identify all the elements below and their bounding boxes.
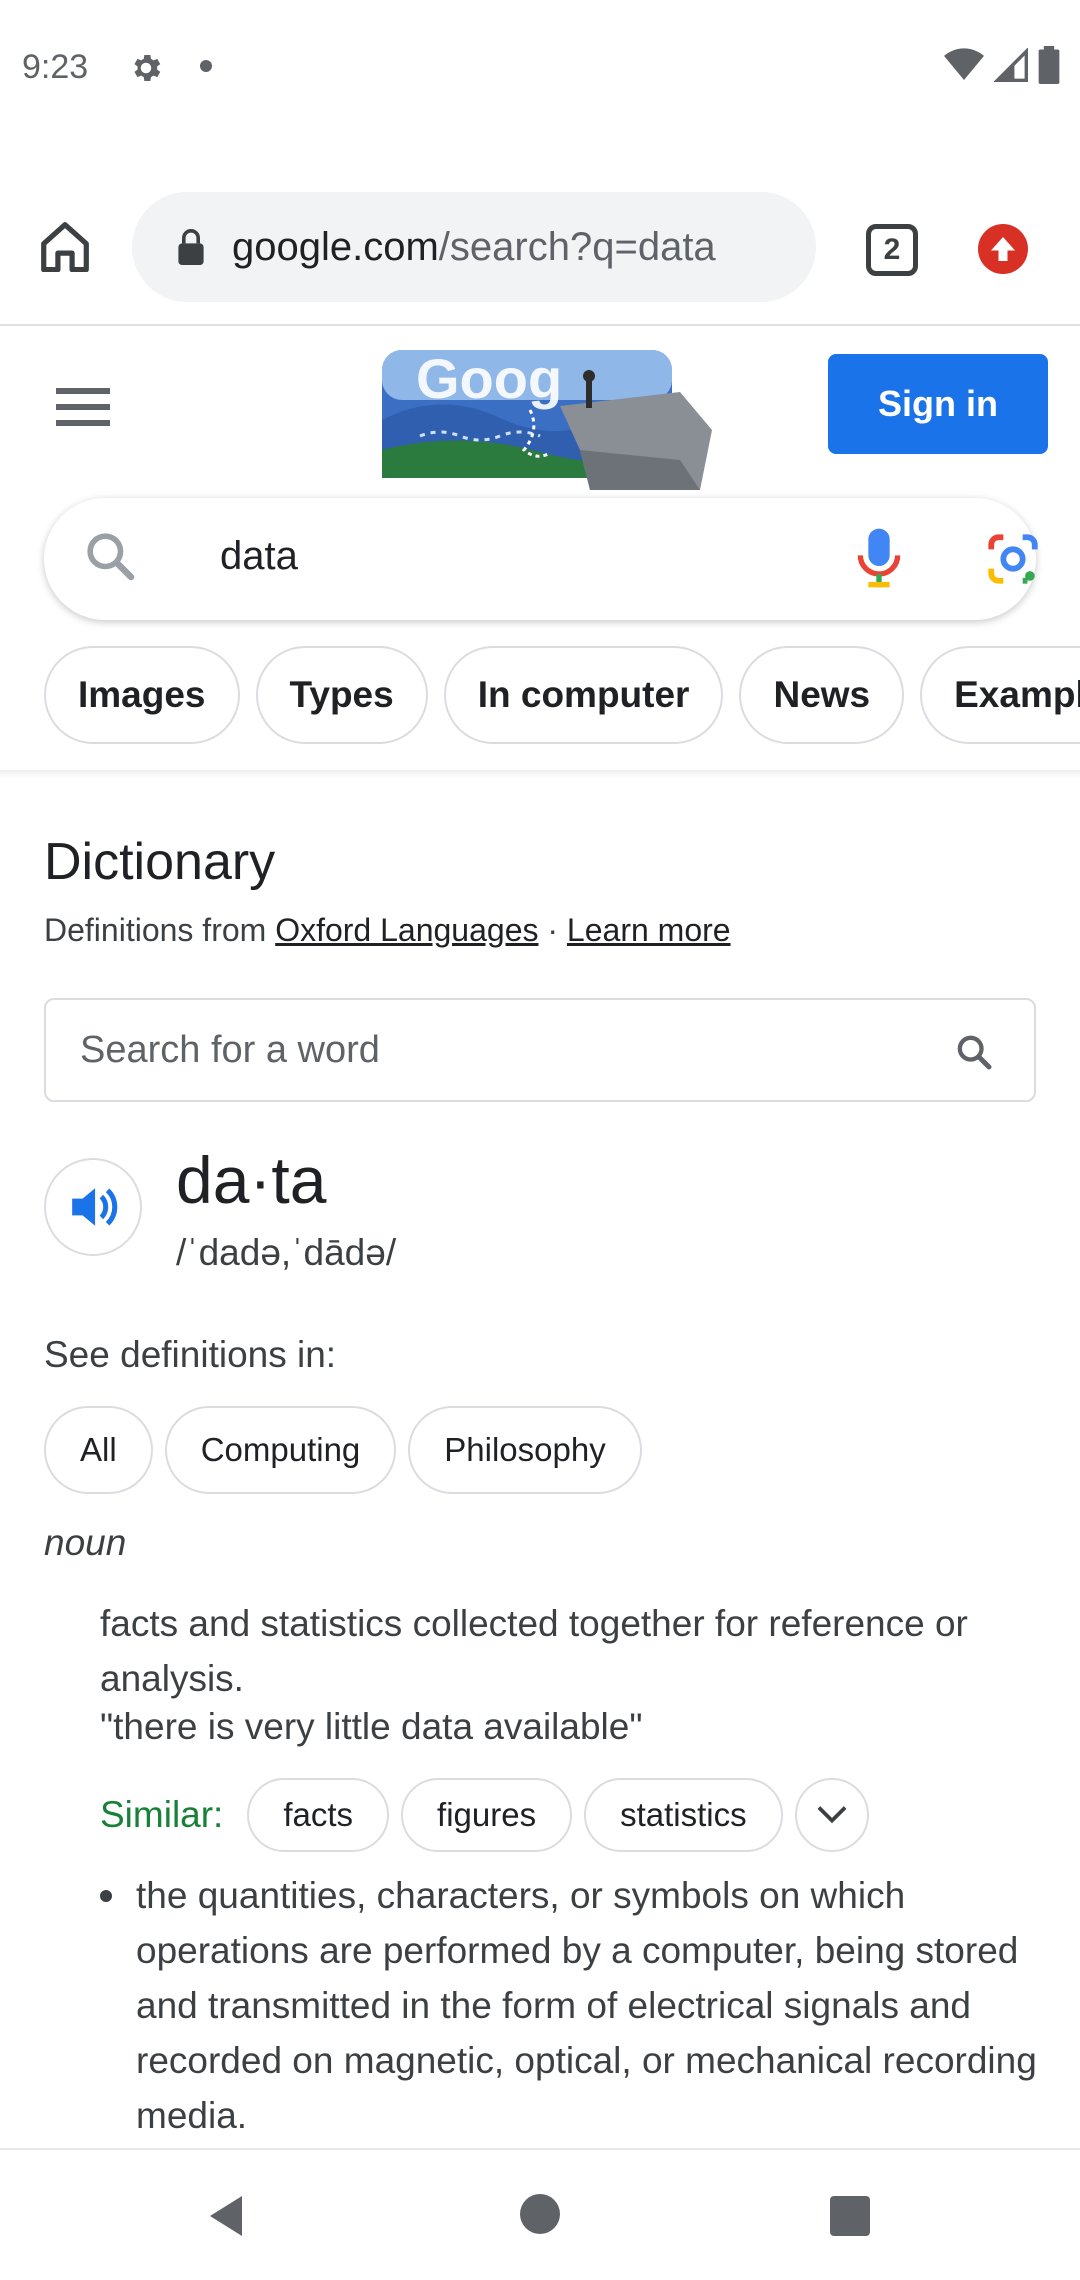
- search-query-text[interactable]: data: [220, 534, 298, 579]
- definition-1: facts and statistics collected together …: [100, 1603, 968, 1699]
- notification-dot-icon: [200, 60, 212, 72]
- definition-category-chips: All Computing Philosophy: [44, 1406, 642, 1494]
- url-path: /search?q=data: [438, 224, 716, 269]
- similar-words-row: Similar: facts figures statistics: [100, 1778, 869, 1852]
- similar-chip-facts[interactable]: facts: [247, 1778, 390, 1852]
- search-icon: [82, 528, 138, 589]
- nav-recents-button[interactable]: [830, 2196, 870, 2236]
- nav-back-button[interactable]: [206, 2194, 246, 2243]
- back-triangle-icon: [210, 2196, 242, 2236]
- def-chip-philosophy[interactable]: Philosophy: [408, 1406, 642, 1494]
- menu-button[interactable]: [56, 388, 110, 431]
- divider: [0, 770, 1080, 778]
- definition-2: the quantities, characters, or symbols o…: [136, 1875, 1037, 2136]
- source-separator: ·: [538, 912, 567, 948]
- chip-examples[interactable]: Examples: [920, 646, 1080, 744]
- system-navigation-bar: [0, 2148, 1080, 2280]
- chip-in-computer[interactable]: In computer: [443, 646, 724, 744]
- oxford-languages-link[interactable]: Oxford Languages: [275, 912, 538, 948]
- url-bar[interactable]: google.com/search?q=data: [132, 192, 816, 302]
- wifi-icon: [944, 48, 984, 80]
- tab-switcher-button[interactable]: 2: [866, 224, 918, 276]
- example-sentence: "there is very little data available": [100, 1706, 643, 1747]
- voice-search-mic-icon[interactable]: [856, 526, 902, 595]
- google-header: Goog Sign in: [0, 326, 1080, 496]
- arrow-up-icon: [991, 237, 1015, 261]
- source-prefix: Definitions from: [44, 912, 276, 948]
- headword: da·ta: [176, 1143, 327, 1217]
- battery-icon: [1038, 46, 1060, 84]
- status-time: 9:23: [22, 48, 89, 86]
- nav-home-button[interactable]: [520, 2194, 560, 2234]
- speaker-icon: [72, 1188, 118, 1226]
- chip-news[interactable]: News: [739, 646, 905, 744]
- part-of-speech: noun: [44, 1522, 127, 1563]
- search-box[interactable]: data: [44, 498, 1038, 620]
- learn-more-link[interactable]: Learn more: [567, 912, 731, 948]
- expand-similar-button[interactable]: [794, 1778, 869, 1852]
- def-chip-computing[interactable]: Computing: [164, 1406, 397, 1494]
- hamburger-menu-icon: [56, 388, 110, 426]
- similar-chip-figures[interactable]: figures: [401, 1778, 573, 1852]
- browser-toolbar: google.com/search?q=data 2: [0, 130, 1080, 326]
- word-search-icon[interactable]: [954, 1032, 994, 1077]
- dictionary-source: Definitions from Oxford Languages · Lear…: [44, 912, 731, 949]
- chevron-down-icon: [817, 1806, 847, 1824]
- chip-types[interactable]: Types: [255, 646, 428, 744]
- similar-chip-statistics[interactable]: statistics: [584, 1778, 783, 1852]
- google-lens-camera-icon[interactable]: [984, 530, 1042, 593]
- url-domain: google.com: [232, 224, 439, 269]
- word-search-box: [44, 998, 1036, 1102]
- similar-label: Similar:: [100, 1794, 224, 1835]
- home-icon: [41, 222, 89, 273]
- status-bar: 9:23: [0, 0, 1080, 130]
- pronunciation-audio-button[interactable]: [44, 1158, 142, 1256]
- def-chip-all[interactable]: All: [44, 1406, 153, 1494]
- doodle-logo-text: Goog: [416, 347, 562, 410]
- dictionary-title: Dictionary: [44, 833, 276, 891]
- update-button[interactable]: [978, 224, 1028, 274]
- home-button[interactable]: [36, 220, 94, 277]
- word-search-input[interactable]: [80, 1028, 900, 1072]
- url-text: google.com/search?q=data: [232, 225, 716, 270]
- cellular-signal-icon: [994, 48, 1028, 82]
- settings-gear-icon: [128, 50, 164, 91]
- search-filter-chips: Images Types In computer News Examples: [44, 646, 1080, 746]
- sign-in-button[interactable]: Sign in: [828, 354, 1048, 454]
- google-doodle-logo[interactable]: Goog: [380, 340, 720, 490]
- chip-images[interactable]: Images: [44, 646, 240, 744]
- lock-icon: [178, 229, 204, 265]
- see-definitions-label: See definitions in:: [44, 1334, 337, 1375]
- pronunciation: /ˈdadə,ˈdādə/: [176, 1232, 397, 1273]
